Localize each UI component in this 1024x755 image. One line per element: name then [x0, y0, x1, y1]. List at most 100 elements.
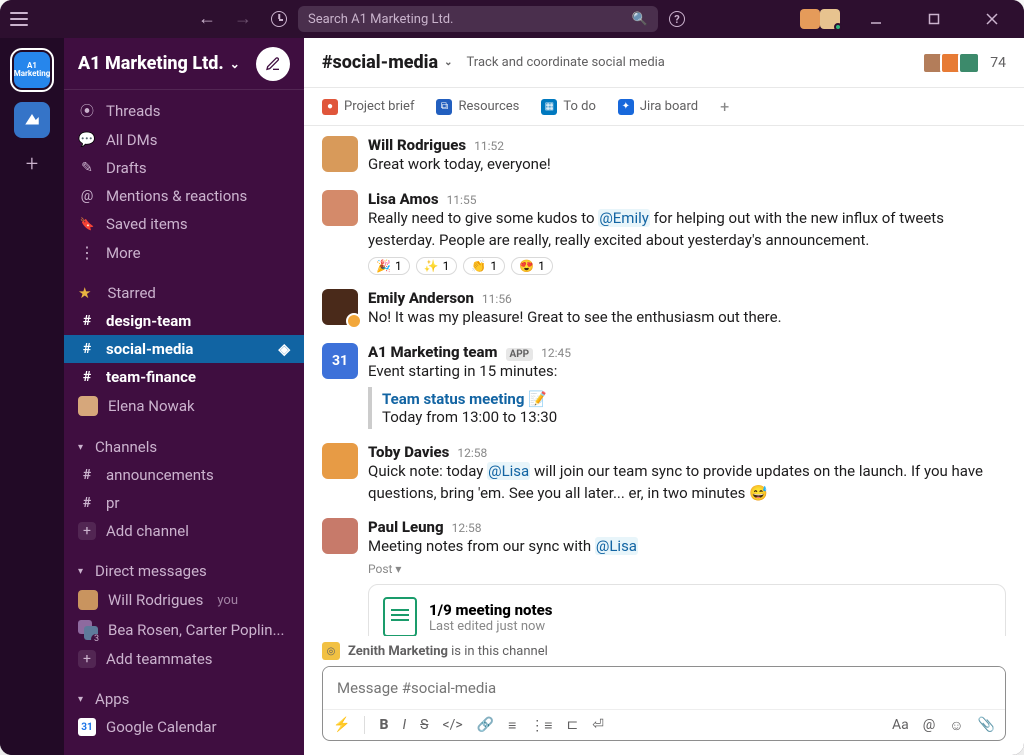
link-button[interactable]: 🔗	[477, 717, 494, 733]
starred-team-finance[interactable]: team-finance	[64, 363, 304, 391]
avatar	[322, 289, 358, 325]
code-button[interactable]: </>	[442, 717, 462, 733]
starred-social-media[interactable]: social-media ◈	[64, 335, 304, 363]
dm-will[interactable]: Will Rodriguesyou	[64, 585, 304, 615]
avatar	[322, 190, 358, 226]
channel-name[interactable]: #social-media ⌄	[322, 52, 453, 73]
workspace-header[interactable]: A1 Marketing Ltd.⌄	[64, 38, 304, 90]
composer-input[interactable]	[323, 667, 1005, 709]
bold-button[interactable]: B	[379, 717, 388, 733]
presence-avatars[interactable]	[800, 9, 840, 29]
add-bookmark[interactable]: +	[720, 97, 729, 116]
bookmark-todo[interactable]: ▦To do	[541, 99, 596, 115]
strike-button[interactable]: S	[420, 717, 428, 733]
message[interactable]: Toby Davies12:58Quick note: today @Lisa …	[322, 439, 1006, 515]
nav-threads[interactable]: ⦿Threads	[64, 96, 304, 126]
titlebar: ← → Search A1 Marketing Ltd. 🔍 ?	[0, 0, 1024, 38]
history-back[interactable]: ←	[198, 10, 216, 28]
bookmark-project-brief[interactable]: ●Project brief	[322, 99, 414, 115]
message[interactable]: 31A1 Marketing teamAPP12:45Event startin…	[322, 339, 1006, 439]
message[interactable]: Will Rodrigues11:52Great work today, eve…	[322, 132, 1006, 186]
add-channel[interactable]: +Add channel	[64, 517, 304, 545]
ordered-list-button[interactable]: ≡	[508, 717, 516, 734]
search-input[interactable]: Search A1 Marketing Ltd. 🔍	[298, 6, 658, 32]
history-forward[interactable]: →	[234, 10, 252, 28]
message[interactable]: Emily Anderson11:56No! It was my pleasur…	[322, 285, 1006, 339]
section-apps[interactable]: ▾Apps	[64, 685, 304, 713]
mention-button[interactable]: @	[923, 717, 936, 733]
bookmark-jira[interactable]: ✦Jira board	[618, 99, 698, 115]
message[interactable]: Paul Leung12:58Meeting notes from our sy…	[322, 514, 1006, 636]
mention[interactable]: @Lisa	[487, 462, 530, 480]
nav-drafts[interactable]: ✎Drafts	[64, 154, 304, 182]
workspace-switch-2[interactable]	[14, 102, 50, 138]
reaction[interactable]: 👏1	[463, 257, 505, 275]
starred-design-team[interactable]: design-team	[64, 307, 304, 335]
history-icon[interactable]	[270, 10, 288, 28]
message-list[interactable]: Will Rodrigues11:52Great work today, eve…	[304, 126, 1024, 636]
hash-icon	[78, 467, 96, 483]
window-minimize[interactable]	[854, 13, 898, 25]
add-workspace[interactable]: +	[26, 152, 38, 177]
hash-icon	[78, 313, 96, 329]
starred-elena[interactable]: Elena Nowak	[64, 391, 304, 421]
message-text: No! It was my pleasure! Great to see the…	[368, 307, 1006, 329]
doc-icon: ●	[322, 99, 338, 115]
compose-button[interactable]	[256, 47, 290, 81]
dms-icon: 💬	[78, 132, 96, 148]
hamburger-menu[interactable]	[10, 12, 28, 26]
post-label[interactable]: Post ▾	[368, 562, 1006, 576]
reaction[interactable]: 🎉1	[368, 257, 410, 275]
channel-pr[interactable]: pr	[64, 489, 304, 517]
nav-mentions[interactable]: @Mentions & reactions	[64, 182, 304, 210]
codeblock-button[interactable]: ⏎	[592, 717, 604, 733]
nav-more[interactable]: More	[64, 238, 304, 267]
post-attachment[interactable]: 1/9 meeting notesLast edited just now	[368, 584, 1006, 636]
emoji-button[interactable]: ☺	[949, 717, 963, 734]
message[interactable]: Lisa Amos11:55Really need to give some k…	[322, 186, 1006, 286]
channel-topic[interactable]: Track and coordinate social media	[467, 55, 665, 70]
app-google-calendar[interactable]: 31Google Calendar	[64, 713, 304, 741]
section-channels[interactable]: ▾Channels	[64, 433, 304, 461]
window-close[interactable]	[970, 13, 1014, 25]
section-dms[interactable]: ▾Direct messages	[64, 557, 304, 585]
nav-saved[interactable]: Saved items	[64, 210, 304, 238]
workspace-switch-a1[interactable]: A1 Marketing	[14, 52, 50, 88]
quote-button[interactable]: ⊏	[566, 717, 578, 733]
reaction[interactable]: ✨1	[416, 257, 458, 275]
message-author: Paul Leung	[368, 518, 444, 536]
message-author: A1 Marketing team	[368, 343, 498, 361]
bullet-list-button[interactable]: ⋮≡	[530, 717, 552, 734]
lightning-icon[interactable]: ⚡	[333, 717, 350, 733]
nav-all-dms[interactable]: 💬All DMs	[64, 126, 304, 154]
app-badge: APP	[506, 348, 534, 361]
italic-button[interactable]: I	[402, 717, 406, 733]
window-maximize[interactable]	[912, 13, 956, 25]
add-teammates[interactable]: +Add teammates	[64, 645, 304, 673]
member-count[interactable]: 74	[990, 55, 1006, 71]
bookmark-icon	[78, 217, 96, 231]
bookmark-resources[interactable]: ⧉Resources	[436, 99, 519, 115]
section-starred[interactable]: ★Starred	[64, 279, 304, 307]
calendar-icon: 31	[78, 718, 96, 736]
event-attachment[interactable]: Team status meeting 📝Today from 13:00 to…	[368, 387, 1006, 429]
reaction[interactable]: 😍1	[511, 257, 553, 275]
file-icon	[383, 597, 417, 636]
help-button[interactable]: ?	[668, 10, 686, 28]
attach-button[interactable]: 📎	[978, 717, 995, 733]
mention[interactable]: @Lisa	[595, 537, 638, 555]
mention[interactable]: @Emily	[598, 209, 650, 227]
dm-group[interactable]: 3Bea Rosen, Carter Poplin...	[64, 615, 304, 645]
hash-icon	[78, 341, 96, 357]
format-toggle[interactable]: Aa	[892, 717, 909, 733]
member-avatars[interactable]	[922, 52, 980, 74]
presence-strip: ◎ Zenith Marketing is in this channel	[304, 636, 1024, 666]
huddle-icon: ◈	[278, 340, 290, 358]
jira-icon: ✦	[618, 99, 634, 115]
app-icon: ◎	[322, 642, 340, 660]
message-composer: ⚡ B I S </> 🔗 ≡ ⋮≡ ⊏ ⏎ Aa @ ☺ 📎	[322, 666, 1006, 741]
search-placeholder: Search A1 Marketing Ltd.	[308, 12, 453, 27]
message-author: Emily Anderson	[368, 289, 474, 307]
channel-announcements[interactable]: announcements	[64, 461, 304, 489]
star-icon: ★	[78, 284, 91, 302]
